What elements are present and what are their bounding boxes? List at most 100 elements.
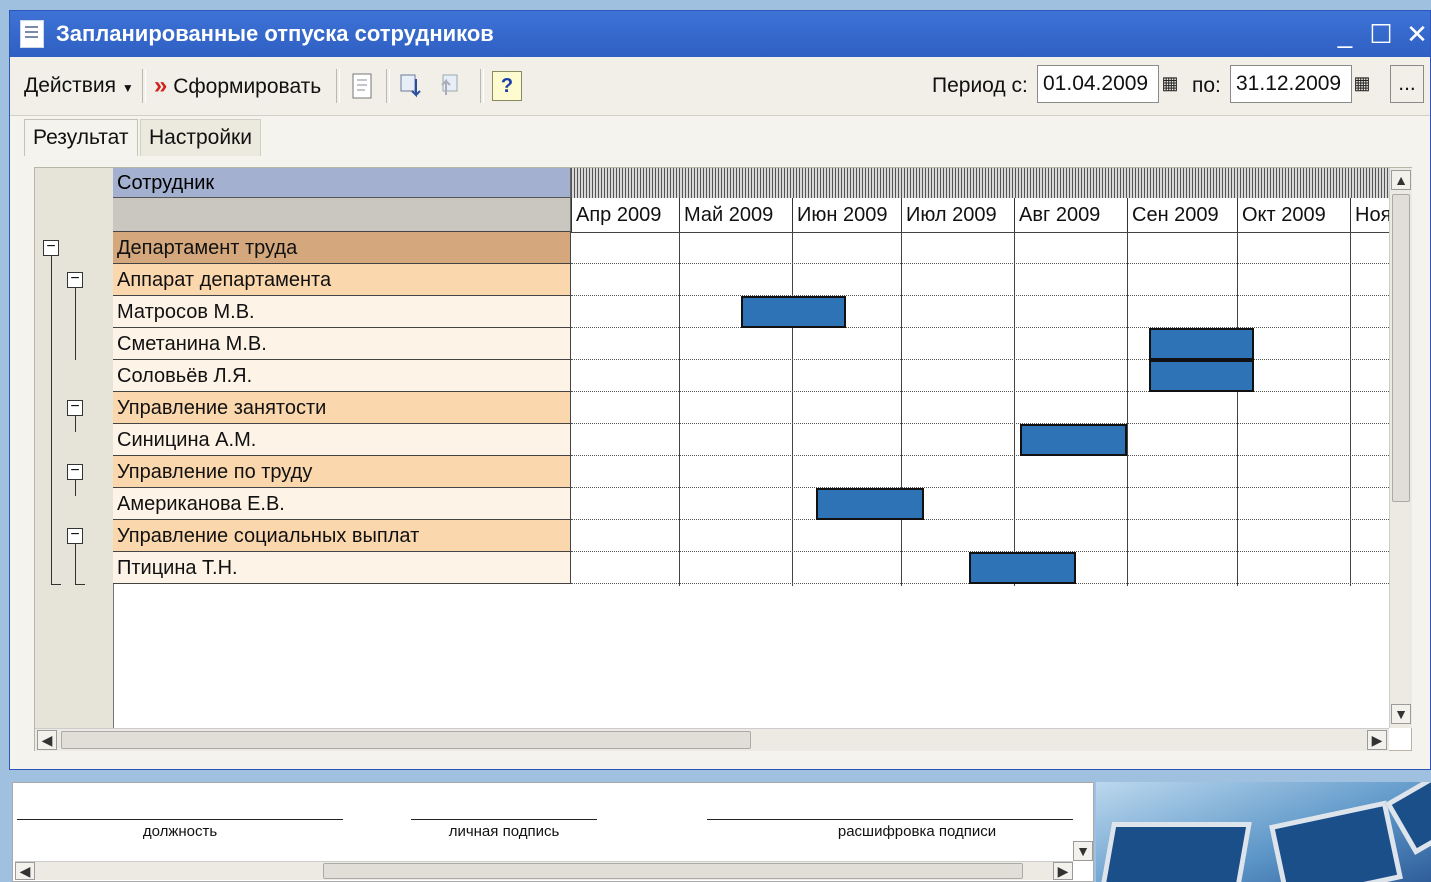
vacation-bar[interactable]: [815, 488, 924, 520]
maximize-button[interactable]: ☐: [1366, 17, 1396, 51]
signature-footer: должность личная подпись расшифровка под…: [12, 782, 1094, 882]
month-header: Апр 2009: [571, 198, 679, 232]
generate-label: Сформировать: [173, 75, 322, 98]
gantt-row: [571, 328, 1389, 360]
vacation-bar[interactable]: [968, 552, 1077, 584]
employee-row[interactable]: Американова Е.В.: [113, 488, 571, 520]
gantt-row: [571, 488, 1389, 520]
month-header: Май 2009: [679, 198, 792, 232]
timeline-header-hatch: [571, 168, 1389, 199]
employee-row[interactable]: Синицина А.М.: [113, 424, 571, 456]
department-row[interactable]: Департамент труда: [113, 232, 571, 264]
signature-line: [707, 819, 1073, 820]
tree-connector: [75, 480, 76, 496]
actions-menu-button[interactable]: Действия ▼: [24, 69, 134, 103]
signature-line: [17, 819, 343, 820]
help-button[interactable]: ?: [492, 71, 522, 101]
scroll-down-icon[interactable]: ▼: [1073, 841, 1093, 861]
tree-connector: [51, 256, 52, 584]
vacation-bar[interactable]: [1149, 328, 1254, 360]
scroll-down-icon[interactable]: ▼: [1391, 704, 1411, 724]
tree-connector: [75, 544, 76, 584]
signature-line: [411, 819, 597, 820]
report-panel: Сотрудник Апр 2009 Май 2009 Июн 2009 Июл 20…: [34, 167, 1412, 751]
close-button[interactable]: ✕: [1402, 17, 1431, 51]
decorative-laptops-image: [1096, 782, 1431, 882]
gantt-row: [571, 360, 1389, 392]
employee-row[interactable]: Птицина Т.Н.: [113, 552, 571, 584]
toolbar: Действия ▼ » Сформировать ? Период с: 01…: [10, 57, 1430, 116]
gantt-row: [571, 232, 1389, 264]
dropdown-arrow-icon: ▼: [121, 81, 134, 95]
horizontal-scroll-thumb[interactable]: [61, 731, 751, 749]
header-spacer: [113, 198, 571, 232]
scroll-left-icon[interactable]: ◀: [15, 862, 35, 880]
vertical-scrollbar[interactable]: ▲ ▼: [1389, 168, 1412, 728]
toolbar-separator: [386, 69, 390, 103]
tree-connector: [75, 584, 85, 585]
month-header: Июл 2009: [901, 198, 1014, 232]
window-title: Запланированные отпуска сотрудников: [56, 21, 494, 46]
vacation-bar[interactable]: [741, 296, 847, 328]
scroll-right-icon[interactable]: ▶: [1367, 730, 1387, 750]
report-window: Запланированные отпуска сотрудников _ ☐ …: [9, 10, 1431, 770]
department-row[interactable]: Управление занятости: [113, 392, 571, 424]
department-row[interactable]: Управление по труду: [113, 456, 571, 488]
tab-strip: Результат Настройки: [22, 115, 1430, 157]
collapse-icon[interactable]: −: [67, 271, 83, 288]
generate-button[interactable]: » Сформировать: [154, 69, 321, 103]
signature-label: личная подпись: [448, 823, 560, 840]
calendar-icon[interactable]: ▦: [1158, 65, 1182, 103]
signature-decoding-label: расшифровка подписи: [837, 823, 997, 840]
toolbar-separator: [336, 69, 340, 103]
department-row[interactable]: Управление социальных выплат: [113, 520, 571, 552]
toolbar-separator: [480, 69, 484, 103]
gantt-area: [571, 232, 1389, 586]
tree-connector: [75, 288, 76, 360]
collapse-icon[interactable]: −: [67, 463, 83, 480]
toolbar-separator: [142, 69, 146, 103]
load-variant-icon[interactable]: [436, 71, 466, 101]
gantt-row: [571, 392, 1389, 424]
minimize-button[interactable]: _: [1330, 17, 1360, 51]
title-bar[interactable]: Запланированные отпуска сотрудников _ ☐ …: [10, 11, 1430, 57]
calendar-icon[interactable]: ▦: [1350, 65, 1374, 103]
timeline-months-header: Апр 2009 Май 2009 Июн 2009 Июл 2009 Авг 2009…: [571, 198, 1389, 233]
period-to-label: по:: [1192, 74, 1221, 97]
scroll-right-icon[interactable]: ▶: [1053, 862, 1073, 880]
footer-horizontal-scrollbar[interactable]: ◀ ▶: [15, 861, 1073, 880]
collapse-icon[interactable]: −: [67, 399, 83, 416]
month-header: Авг 2009: [1014, 198, 1127, 232]
month-header: Сен 2009: [1127, 198, 1237, 232]
report-settings-icon[interactable]: [348, 71, 378, 101]
actions-label: Действия: [24, 74, 117, 97]
tab-result[interactable]: Результат: [24, 119, 138, 156]
employee-row[interactable]: Соловьёв Л.Я.: [113, 360, 571, 392]
vacation-bar[interactable]: [1149, 360, 1254, 392]
laptop-graphic: [1096, 822, 1252, 882]
gantt-row: [571, 456, 1389, 488]
gantt-row: [571, 520, 1389, 552]
footer-scroll-thumb[interactable]: [323, 863, 1023, 879]
month-header: Окт 2009: [1237, 198, 1350, 232]
tab-settings[interactable]: Настройки: [140, 119, 261, 156]
save-variant-icon[interactable]: [398, 71, 428, 101]
scroll-up-icon[interactable]: ▲: [1391, 170, 1411, 190]
vertical-scroll-thumb[interactable]: [1392, 194, 1410, 502]
report-icon: [20, 20, 44, 48]
month-header: Ноя: [1350, 198, 1389, 232]
collapse-icon[interactable]: −: [67, 527, 83, 544]
vacation-bar[interactable]: [1019, 424, 1127, 456]
generate-arrows-icon: »: [154, 72, 168, 99]
employee-row[interactable]: Матросов М.В.: [113, 296, 571, 328]
period-from-field[interactable]: 01.04.2009: [1037, 65, 1159, 103]
period-select-button[interactable]: ...: [1390, 65, 1424, 103]
department-row[interactable]: Аппарат департамента: [113, 264, 571, 296]
tree-connector: [51, 584, 61, 585]
employee-column-header[interactable]: Сотрудник: [113, 168, 571, 198]
collapse-icon[interactable]: −: [43, 239, 59, 256]
period-to-field[interactable]: 31.12.2009: [1230, 65, 1352, 103]
scroll-left-icon[interactable]: ◀: [37, 730, 57, 750]
horizontal-scrollbar[interactable]: ◀ ▶: [35, 728, 1389, 751]
employee-row[interactable]: Сметанина М.В.: [113, 328, 571, 360]
